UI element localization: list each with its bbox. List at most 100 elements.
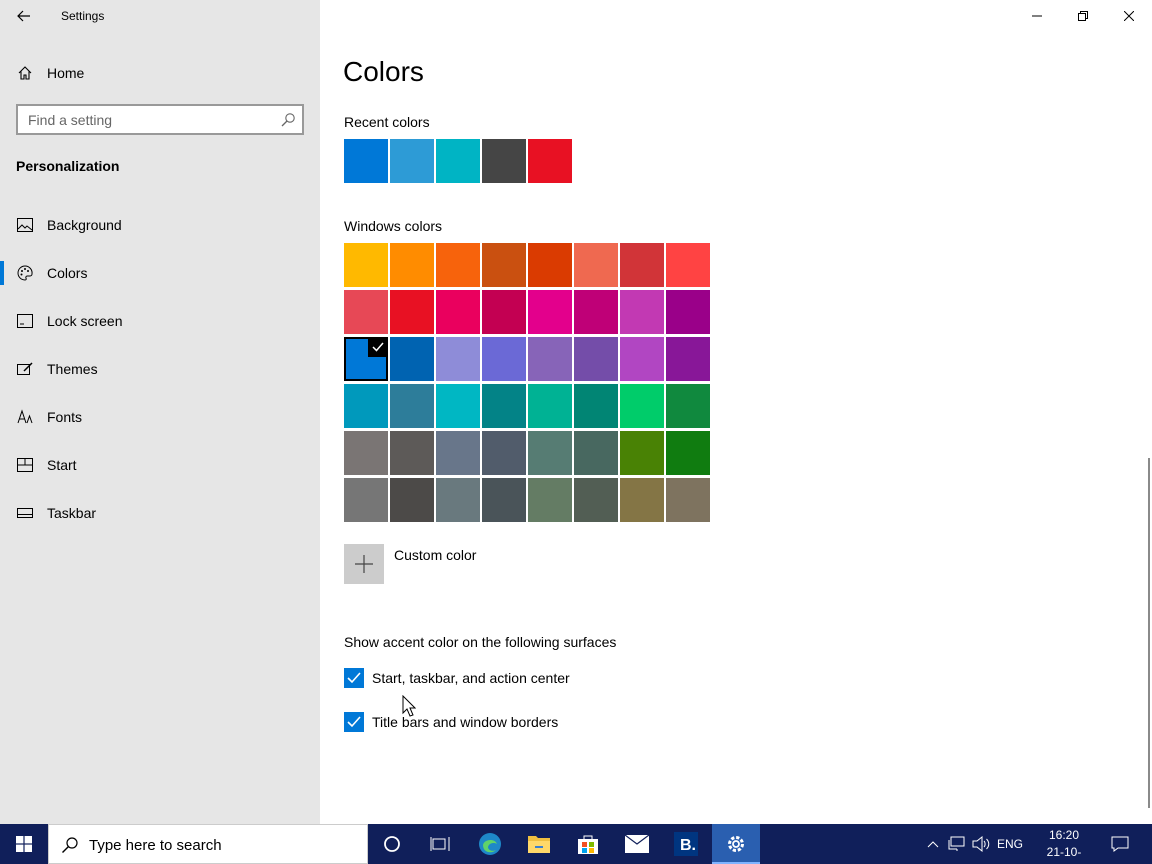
search-input[interactable] — [18, 106, 302, 133]
minimize-icon — [1032, 15, 1042, 17]
checkbox-checked[interactable] — [344, 668, 364, 688]
windows-color-swatch[interactable] — [574, 243, 618, 287]
clock[interactable]: 16:20 21-10-2020 — [1034, 827, 1094, 864]
close-button[interactable] — [1106, 0, 1152, 32]
windows-color-swatch[interactable] — [528, 243, 572, 287]
restore-button[interactable] — [1060, 0, 1106, 32]
b-app-icon[interactable]: B. — [662, 824, 710, 864]
windows-color-swatch[interactable] — [482, 384, 526, 428]
windows-color-swatch[interactable] — [482, 243, 526, 287]
sidebar-item-themes[interactable]: Themes — [0, 345, 320, 393]
chevron-up-icon — [927, 841, 939, 848]
windows-color-swatch[interactable] — [344, 384, 388, 428]
windows-color-swatch[interactable] — [574, 384, 618, 428]
windows-color-swatch[interactable] — [574, 431, 618, 475]
scrollbar[interactable] — [1148, 458, 1150, 808]
custom-color-button[interactable] — [344, 544, 384, 584]
sidebar-item-label: Themes — [47, 361, 98, 377]
windows-color-swatch[interactable] — [436, 243, 480, 287]
windows-color-swatch[interactable] — [666, 478, 710, 522]
windows-color-swatch[interactable] — [620, 290, 664, 334]
clock-time: 16:20 — [1048, 828, 1080, 842]
sidebar-item-background[interactable]: Background — [0, 201, 320, 249]
windows-color-swatch[interactable] — [620, 384, 664, 428]
windows-color-swatch[interactable] — [390, 478, 434, 522]
windows-color-swatch[interactable] — [620, 478, 664, 522]
sidebar-item-fonts[interactable]: Fonts — [0, 393, 320, 441]
custom-color-label[interactable]: Custom color — [394, 547, 476, 563]
windows-color-swatch[interactable] — [528, 337, 572, 381]
windows-color-swatch[interactable] — [436, 290, 480, 334]
taskbar-search-box[interactable]: Type here to search — [48, 824, 368, 864]
windows-color-swatch[interactable] — [666, 243, 710, 287]
windows-color-swatch[interactable] — [344, 290, 388, 334]
windows-color-swatch[interactable] — [620, 243, 664, 287]
mail-icon[interactable] — [613, 824, 661, 864]
recent-color-swatch[interactable] — [528, 139, 572, 183]
app-title: Settings — [61, 9, 105, 23]
section-heading: Personalization — [16, 158, 120, 174]
settings-icon[interactable] — [712, 824, 760, 864]
sidebar-item-colors[interactable]: Colors — [0, 249, 320, 297]
windows-color-swatch[interactable] — [482, 431, 526, 475]
sidebar-item-start[interactable]: Start — [0, 441, 320, 489]
file-explorer-icon[interactable] — [515, 824, 563, 864]
recent-color-swatch[interactable] — [482, 139, 526, 183]
action-center-icon[interactable] — [1104, 824, 1136, 864]
show-hidden-icons-button[interactable] — [922, 824, 944, 864]
volume-icon[interactable] — [970, 824, 992, 864]
back-button[interactable] — [8, 0, 40, 32]
windows-color-swatch[interactable] — [390, 384, 434, 428]
start-button[interactable] — [0, 824, 48, 864]
recent-color-swatch[interactable] — [436, 139, 480, 183]
recent-color-swatch[interactable] — [344, 139, 388, 183]
windows-color-swatch[interactable] — [482, 337, 526, 381]
network-icon[interactable] — [946, 824, 968, 864]
windows-color-swatch[interactable] — [574, 290, 618, 334]
windows-color-swatch[interactable] — [666, 384, 710, 428]
windows-color-swatch[interactable] — [390, 337, 434, 381]
windows-color-swatch[interactable] — [620, 431, 664, 475]
windows-color-swatch[interactable] — [666, 290, 710, 334]
sidebar-item-lock-screen[interactable]: Lock screen — [0, 297, 320, 345]
windows-color-swatch[interactable] — [482, 478, 526, 522]
windows-color-swatch[interactable] — [574, 478, 618, 522]
windows-color-swatch[interactable] — [574, 337, 618, 381]
checkmark-icon — [347, 716, 361, 728]
sidebar-item-home[interactable]: Home — [0, 57, 320, 89]
windows-color-swatch[interactable] — [436, 337, 480, 381]
sidebar-item-label: Background — [47, 217, 122, 233]
windows-color-swatch[interactable] — [390, 431, 434, 475]
windows-color-swatch[interactable] — [666, 337, 710, 381]
checkbox-title-bars[interactable]: Title bars and window borders — [344, 712, 558, 732]
minimize-button[interactable] — [1014, 0, 1060, 32]
checkbox-start-taskbar[interactable]: Start, taskbar, and action center — [344, 668, 570, 688]
windows-color-swatch-selected[interactable] — [344, 337, 388, 381]
cortana-icon[interactable] — [368, 824, 416, 864]
windows-color-swatch[interactable] — [482, 290, 526, 334]
recent-color-swatch[interactable] — [390, 139, 434, 183]
language-indicator[interactable]: ENG — [994, 824, 1026, 864]
windows-color-swatch[interactable] — [436, 384, 480, 428]
windows-color-swatch[interactable] — [390, 290, 434, 334]
sidebar-item-label: Taskbar — [47, 505, 97, 521]
windows-color-swatch[interactable] — [528, 478, 572, 522]
store-icon[interactable] — [564, 824, 612, 864]
windows-color-swatch[interactable] — [344, 478, 388, 522]
windows-color-swatch[interactable] — [344, 243, 388, 287]
windows-color-swatch[interactable] — [666, 431, 710, 475]
windows-color-swatch[interactable] — [436, 431, 480, 475]
page-title: Colors — [343, 56, 424, 87]
windows-color-swatch[interactable] — [390, 243, 434, 287]
windows-color-swatch[interactable] — [344, 431, 388, 475]
search-box[interactable] — [16, 104, 304, 135]
windows-color-swatch[interactable] — [620, 337, 664, 381]
sidebar-item-taskbar[interactable]: Taskbar — [0, 489, 320, 537]
windows-color-swatch[interactable] — [528, 384, 572, 428]
edge-icon[interactable] — [466, 824, 514, 864]
checkbox-checked[interactable] — [344, 712, 364, 732]
windows-color-swatch[interactable] — [528, 431, 572, 475]
windows-color-swatch[interactable] — [436, 478, 480, 522]
windows-color-swatch[interactable] — [528, 290, 572, 334]
task-view-icon[interactable] — [416, 824, 464, 864]
